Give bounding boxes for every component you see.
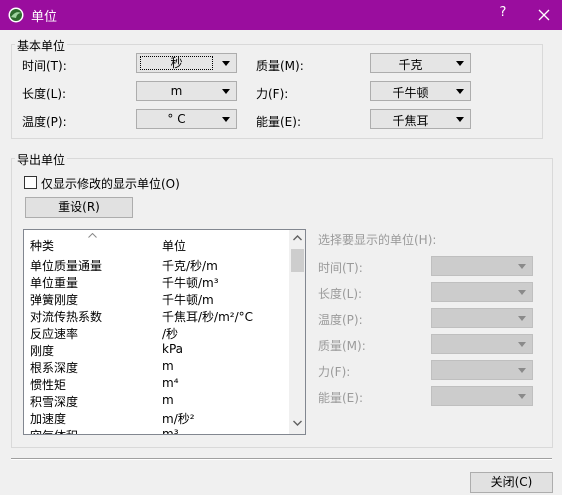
row-unit: m xyxy=(162,359,174,373)
row-unit: m xyxy=(162,393,174,407)
derived-energy-label: 能量(E): xyxy=(318,391,363,405)
row-unit: 千牛顿/m xyxy=(162,293,214,307)
table-row[interactable]: 单位重量 千牛顿/m³ xyxy=(24,273,289,290)
force-select[interactable]: 千牛顿 xyxy=(370,81,471,101)
chevron-down-icon xyxy=(456,89,464,94)
row-type: 根系深度 xyxy=(30,361,79,375)
derived-force-label: 力(F): xyxy=(318,365,351,379)
mass-select-value: 千克 xyxy=(398,58,423,72)
table-row[interactable]: 惯性矩 m⁴ xyxy=(24,375,289,392)
temperature-label: 温度(P): xyxy=(22,115,67,129)
sort-ascending-icon xyxy=(88,233,97,238)
scroll-down-icon[interactable] xyxy=(293,420,302,426)
derived-energy-select[interactable] xyxy=(431,386,533,406)
derived-time-select[interactable] xyxy=(431,256,533,276)
row-type: 空气体积 xyxy=(30,427,78,434)
row-type: 单位重量 xyxy=(30,276,79,290)
table-row[interactable]: 弹簧刚度 千牛顿/m xyxy=(24,290,289,307)
close-icon[interactable] xyxy=(536,7,552,23)
row-unit: 千焦耳/秒/m²/°C xyxy=(162,310,254,324)
chevron-down-icon xyxy=(518,290,526,295)
chevron-down-icon xyxy=(518,368,526,373)
select-display-unit-label: 选择要显示的单位(H): xyxy=(318,233,437,247)
table-row[interactable]: 单位质量通量 千克/秒/m xyxy=(24,256,289,273)
row-unit: m³ xyxy=(162,427,179,435)
chevron-down-icon xyxy=(456,117,464,122)
close-button[interactable]: 关闭(C) xyxy=(470,472,553,493)
energy-select-value: 千焦耳 xyxy=(392,114,429,128)
derived-temperature-select[interactable] xyxy=(431,308,533,328)
table-row[interactable]: 根系深度 m xyxy=(24,358,289,375)
chevron-down-icon xyxy=(518,394,526,399)
only-modified-checkbox[interactable] xyxy=(24,176,37,189)
chevron-down-icon xyxy=(518,342,526,347)
column-header-unit[interactable]: 单位 xyxy=(162,237,186,254)
derived-temperature-label: 温度(P): xyxy=(318,313,363,327)
column-header-type[interactable]: 种类 xyxy=(30,237,54,254)
temperature-select-value: ° C xyxy=(167,112,186,126)
row-unit: m⁴ xyxy=(162,376,179,390)
table-row[interactable]: 反应速率/秒 xyxy=(24,324,289,341)
mass-label: 质量(M): xyxy=(256,59,304,73)
derived-units-group-label: 导出单位 xyxy=(15,151,68,168)
table-row[interactable]: 积雪深度 m xyxy=(24,392,289,409)
list-scrollbar[interactable] xyxy=(289,230,305,434)
temperature-select[interactable]: ° C xyxy=(136,109,237,129)
table-row[interactable]: 加速度 m/秒² xyxy=(24,409,289,426)
time-select[interactable]: 秒 xyxy=(136,53,237,73)
derived-length-label: 长度(L): xyxy=(318,287,363,301)
row-unit: /秒 xyxy=(162,327,179,341)
derived-length-select[interactable] xyxy=(431,282,533,302)
row-type: 弹簧刚度 xyxy=(30,293,79,307)
scroll-up-icon[interactable] xyxy=(293,235,302,241)
only-modified-label: 仅显示修改的显示单位(O) xyxy=(41,177,180,191)
energy-select[interactable]: 千焦耳 xyxy=(370,109,471,129)
chevron-down-icon xyxy=(222,61,230,66)
footer-divider-highlight xyxy=(11,459,552,460)
row-unit: m/秒² xyxy=(162,412,195,426)
chevron-down-icon xyxy=(518,316,526,321)
scroll-thumb[interactable] xyxy=(291,249,304,272)
row-type: 积雪深度 xyxy=(30,395,79,409)
energy-label: 能量(E): xyxy=(256,115,301,129)
row-type: 刚度 xyxy=(30,344,55,358)
derived-mass-label: 质量(M): xyxy=(318,339,366,353)
derived-mass-select[interactable] xyxy=(431,334,533,354)
force-label: 力(F): xyxy=(256,87,289,101)
row-unit: 千牛顿/m³ xyxy=(162,276,219,290)
chevron-down-icon xyxy=(456,61,464,66)
reset-button[interactable]: 重设(R) xyxy=(25,197,133,218)
row-type: 惯性矩 xyxy=(30,378,67,392)
row-type: 反应速率 xyxy=(30,327,79,341)
chevron-down-icon xyxy=(222,117,230,122)
row-unit: 千克/秒/m xyxy=(162,259,218,273)
app-icon xyxy=(8,7,24,23)
table-row[interactable]: 刚度 kPa xyxy=(24,341,289,358)
force-select-value: 千牛顿 xyxy=(392,86,429,100)
row-type: 加速度 xyxy=(30,412,67,426)
chevron-down-icon xyxy=(518,264,526,269)
time-label: 时间(T): xyxy=(22,59,67,73)
table-row[interactable]: 空气体积 m³ xyxy=(24,426,289,435)
length-label: 长度(L): xyxy=(22,87,67,101)
unit-list[interactable]: 种类 单位 单位质量通量 千克/秒/m 单位重量 千牛顿/m³ 弹簧刚度 千牛顿/m … xyxy=(23,229,306,435)
row-type: 对流传热系数 xyxy=(30,310,103,324)
help-button[interactable]: ? xyxy=(496,5,510,20)
derived-force-select[interactable] xyxy=(431,360,533,380)
chevron-down-icon xyxy=(222,89,230,94)
length-select-value: m xyxy=(170,84,183,98)
row-type: 单位质量通量 xyxy=(30,259,103,273)
mass-select[interactable]: 千克 xyxy=(370,53,471,73)
basic-units-group-label: 基本单位 xyxy=(15,37,68,54)
length-select[interactable]: m xyxy=(136,81,237,101)
title-bar: 单位 ? xyxy=(0,0,562,30)
row-unit: kPa xyxy=(162,342,183,356)
time-select-value: 秒 xyxy=(140,56,213,70)
window-title: 单位 xyxy=(31,10,58,25)
derived-time-label: 时间(T): xyxy=(318,261,363,275)
table-row[interactable]: 对流传热系数 千焦耳/秒/m²/°C xyxy=(24,307,289,324)
